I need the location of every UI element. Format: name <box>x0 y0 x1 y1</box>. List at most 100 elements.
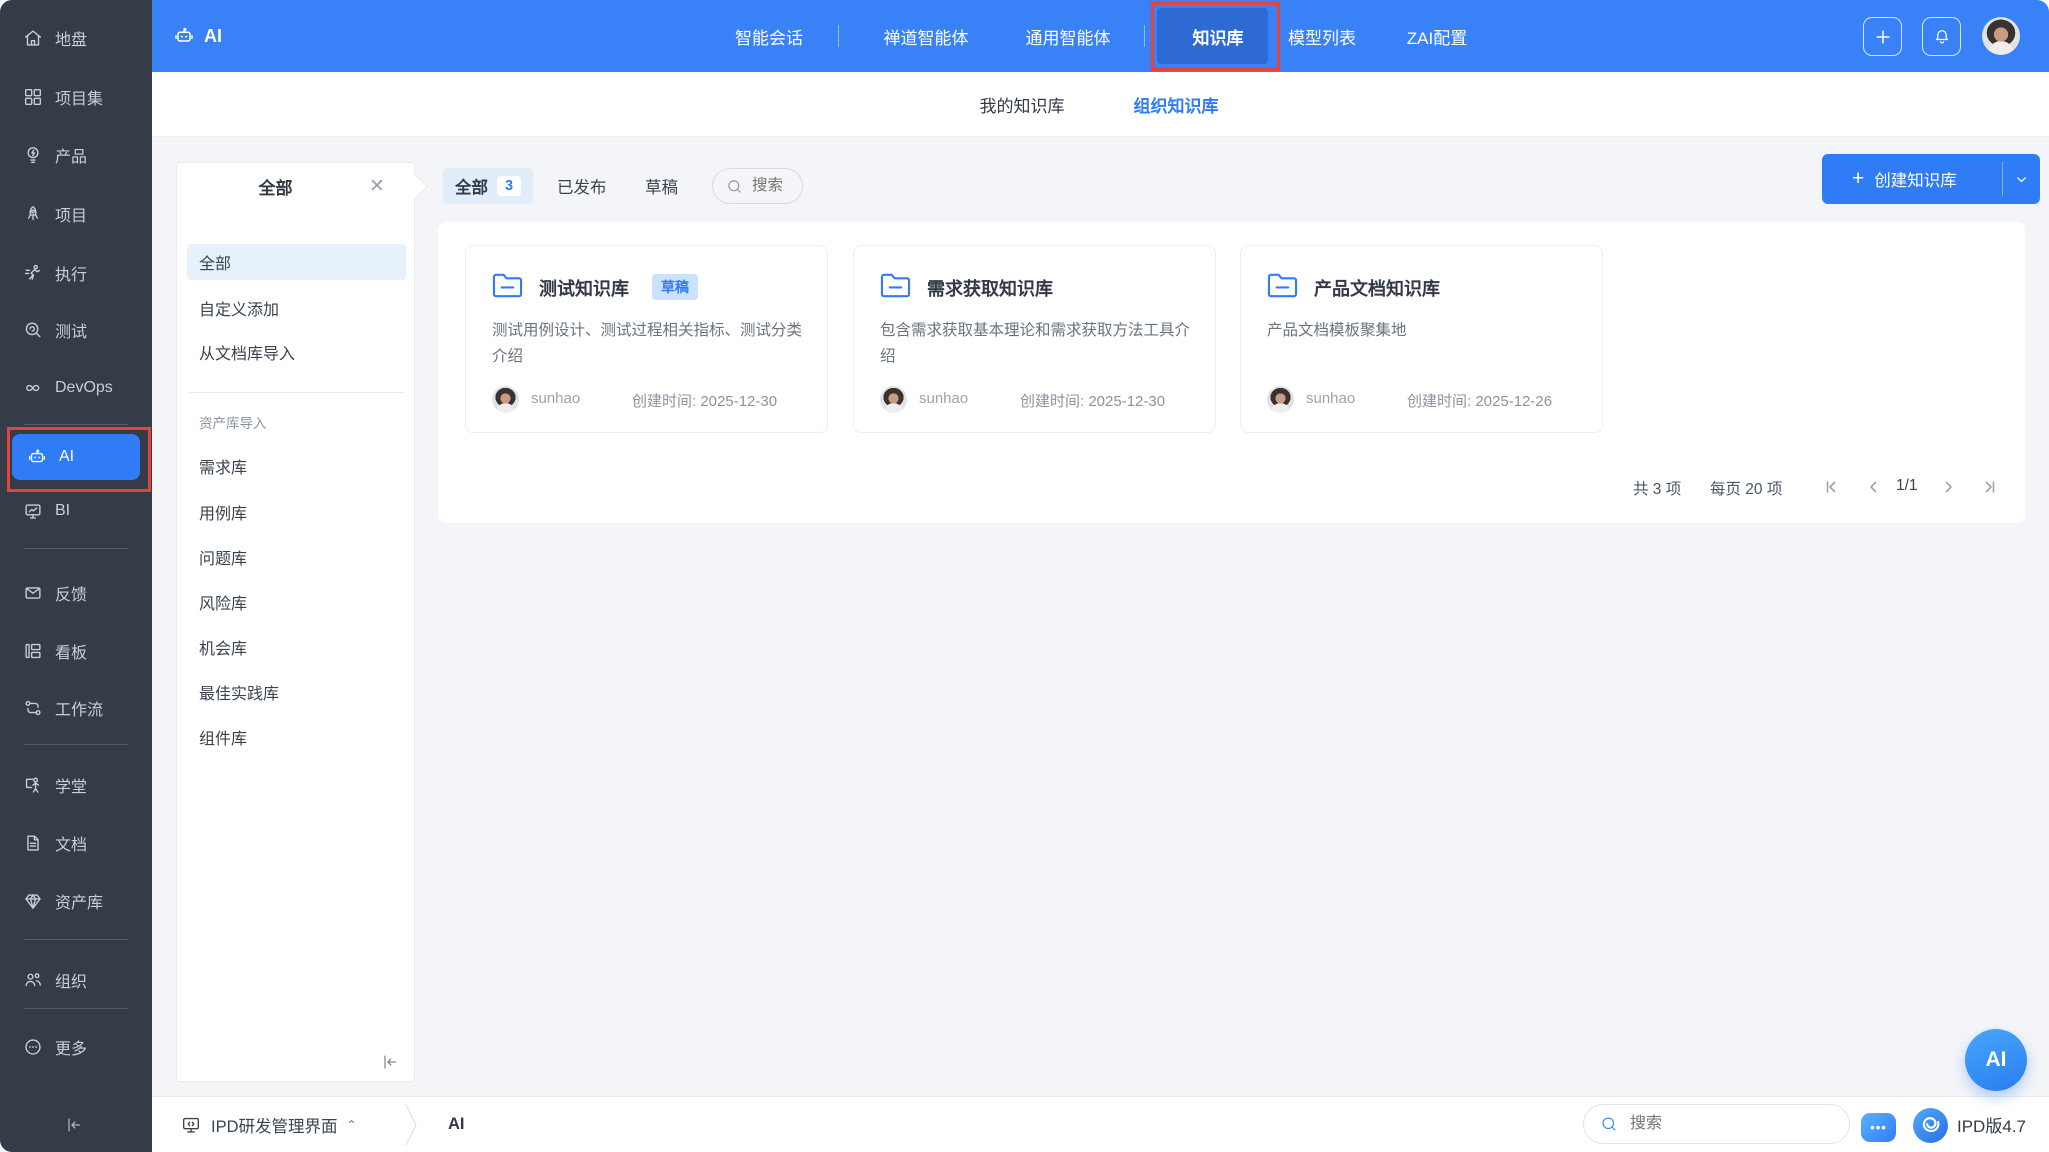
tab-my-knowledge[interactable]: 我的知识库 <box>980 72 1065 136</box>
chevron-down-icon[interactable] <box>2003 154 2040 204</box>
notification-button[interactable] <box>1922 17 1961 56</box>
last-page-icon[interactable] <box>1982 479 1998 495</box>
list-search[interactable] <box>712 168 803 204</box>
sidebar-item-feedback[interactable]: 反馈 <box>0 569 152 617</box>
add-button[interactable] <box>1863 17 1902 56</box>
sidebar-item-more[interactable]: 更多 <box>0 1023 152 1071</box>
topbar: AI 智能会话 禅道智能体 通用智能体 知识库 模型列表 ZAI配置 <box>152 0 2049 72</box>
nav-zentao-agent[interactable]: 禅道智能体 <box>884 0 969 72</box>
owner-avatar <box>880 386 907 413</box>
knowledge-card[interactable]: 产品文档知识库 产品文档模板聚集地 sunhao 创建时间: 2025-12-2… <box>1240 245 1603 433</box>
runner-icon <box>22 262 44 284</box>
sidebar-divider <box>24 744 128 745</box>
folder-icon <box>491 271 524 300</box>
filter-item-all[interactable]: 全部 <box>187 244 406 280</box>
global-search-input[interactable] <box>1628 1114 1832 1134</box>
sidebar-divider <box>24 548 128 549</box>
owner-avatar <box>492 386 519 413</box>
monitor-chart-icon <box>22 500 44 522</box>
plus-icon <box>1873 27 1893 47</box>
monitor-icon <box>180 1114 202 1136</box>
sidebar-item-bi[interactable]: BI <box>0 487 152 535</box>
knowledge-card[interactable]: 需求获取知识库 包含需求获取基本理论和需求获取方法工具介绍 sunhao 创建时… <box>853 245 1216 433</box>
sidebar-item-label: 项目集 <box>55 91 104 108</box>
tab-all[interactable]: 全部 3 <box>443 168 534 204</box>
filter-item-component[interactable]: 组件库 <box>187 719 406 755</box>
card-description: 产品文档模板聚集地 <box>1267 322 1407 339</box>
sidebar-item-program[interactable]: 项目集 <box>0 73 152 121</box>
sidebar-item-product[interactable]: 产品 <box>0 131 152 179</box>
create-knowledge-button[interactable]: + 创建知识库 <box>1822 154 2040 204</box>
created-time: 创建时间: 2025-12-30 <box>632 393 778 410</box>
sidebar-item-dashboard[interactable]: 地盘 <box>0 14 152 62</box>
filter-item-custom[interactable]: 自定义添加 <box>187 290 406 326</box>
sidebar-item-project[interactable]: 项目 <box>0 190 152 238</box>
sidebar-item-doc[interactable]: 文档 <box>0 819 152 867</box>
filter-item-opportunity[interactable]: 机会库 <box>187 629 406 665</box>
app-window: 地盘 项目集 产品 项目 执行 测试 DevOps AI BI 反馈 看板 工作… <box>0 0 2049 1152</box>
infinity-icon <box>22 377 44 399</box>
tab-published[interactable]: 已发布 <box>557 168 607 204</box>
nav-knowledge-base[interactable]: 知识库 <box>1193 0 1244 72</box>
knowledge-card[interactable]: 测试知识库 草稿 测试用例设计、测试过程相关指标、测试分类介绍 sunhao 创… <box>465 245 828 433</box>
sidebar-item-devops[interactable]: DevOps <box>0 364 152 412</box>
workspace-switcher[interactable]: IPD研发管理界面 ⌃ <box>180 1097 357 1152</box>
search-icon <box>726 178 743 195</box>
nav-zai-config[interactable]: ZAI配置 <box>1407 0 1467 72</box>
chat-bubble-icon[interactable]: ••• <box>1861 1113 1896 1142</box>
pagination-per-page[interactable]: 每页 20 项 <box>1710 477 1782 499</box>
sidebar-item-workflow[interactable]: 工作流 <box>0 684 152 732</box>
close-icon[interactable]: ✕ <box>366 175 388 197</box>
knowledge-tabs-bar: 我的知识库 组织知识库 <box>152 72 2049 137</box>
sidebar-divider <box>24 424 128 425</box>
first-page-icon[interactable] <box>1823 479 1839 495</box>
filter-item-best-practice[interactable]: 最佳实践库 <box>187 674 406 710</box>
plus-icon: + <box>1852 167 1865 190</box>
filter-header-title: 全部 <box>258 178 293 198</box>
sidebar-item-label: 项目 <box>55 208 88 225</box>
sidebar-item-ai[interactable]: AI <box>12 434 140 480</box>
global-search[interactable] <box>1583 1104 1850 1144</box>
app-title: AI <box>204 25 222 46</box>
sidebar-item-school[interactable]: 学堂 <box>0 761 152 809</box>
sidebar-item-kanban[interactable]: 看板 <box>0 627 152 675</box>
list-search-input[interactable] <box>750 176 802 196</box>
tab-all-count-badge: 3 <box>497 176 522 196</box>
sidebar-collapse-icon[interactable] <box>64 1115 84 1135</box>
nav-smart-chat[interactable]: 智能会话 <box>735 0 803 72</box>
card-description: 测试用例设计、测试过程相关指标、测试分类介绍 <box>492 322 803 365</box>
sidebar-item-label: 工作流 <box>55 702 104 719</box>
nav-general-agent[interactable]: 通用智能体 <box>1026 0 1111 72</box>
sidebar-item-label: BI <box>55 502 71 519</box>
sidebar-item-test[interactable]: 测试 <box>0 306 152 354</box>
user-avatar[interactable] <box>1982 17 2020 55</box>
filter-item-issue[interactable]: 问题库 <box>187 539 406 575</box>
prev-page-icon[interactable] <box>1865 479 1881 495</box>
created-time: 创建时间: 2025-12-26 <box>1407 393 1553 410</box>
bell-icon <box>1932 27 1952 47</box>
card-title: 需求获取知识库 <box>927 279 1053 299</box>
document-icon <box>22 832 44 854</box>
sidebar-item-label: 资产库 <box>55 895 104 912</box>
nav-separator <box>1144 25 1145 47</box>
sidebar-item-label: 产品 <box>55 149 88 166</box>
tab-draft[interactable]: 草稿 <box>645 168 678 204</box>
sidebar: 地盘 项目集 产品 项目 执行 测试 DevOps AI BI 反馈 看板 工作… <box>0 0 152 1152</box>
filter-item-import-doc[interactable]: 从文档库导入 <box>187 334 406 370</box>
panel-collapse-icon[interactable] <box>380 1052 400 1072</box>
sidebar-item-org[interactable]: 组织 <box>0 956 152 1004</box>
main-area: 全部 ✕ 全部 自定义添加 从文档库导入 资产库导入 需求库 用例库 问题库 风… <box>152 137 2049 1096</box>
tab-org-knowledge[interactable]: 组织知识库 <box>1134 72 1219 136</box>
filter-item-risk[interactable]: 风险库 <box>187 584 406 620</box>
filter-item-usecase[interactable]: 用例库 <box>187 494 406 530</box>
filter-item-requirement[interactable]: 需求库 <box>187 448 406 484</box>
sidebar-item-execution[interactable]: 执行 <box>0 249 152 297</box>
nav-model-list[interactable]: 模型列表 <box>1288 0 1356 72</box>
sidebar-divider <box>24 1008 128 1009</box>
sidebar-item-label: 测试 <box>55 324 88 341</box>
ai-assistant-float-button[interactable]: AI <box>1965 1029 2027 1091</box>
zentao-logo[interactable] <box>1912 1107 1949 1144</box>
next-page-icon[interactable] <box>1941 479 1957 495</box>
sidebar-item-asset[interactable]: 资产库 <box>0 877 152 925</box>
sidebar-item-label: 地盘 <box>55 32 88 49</box>
